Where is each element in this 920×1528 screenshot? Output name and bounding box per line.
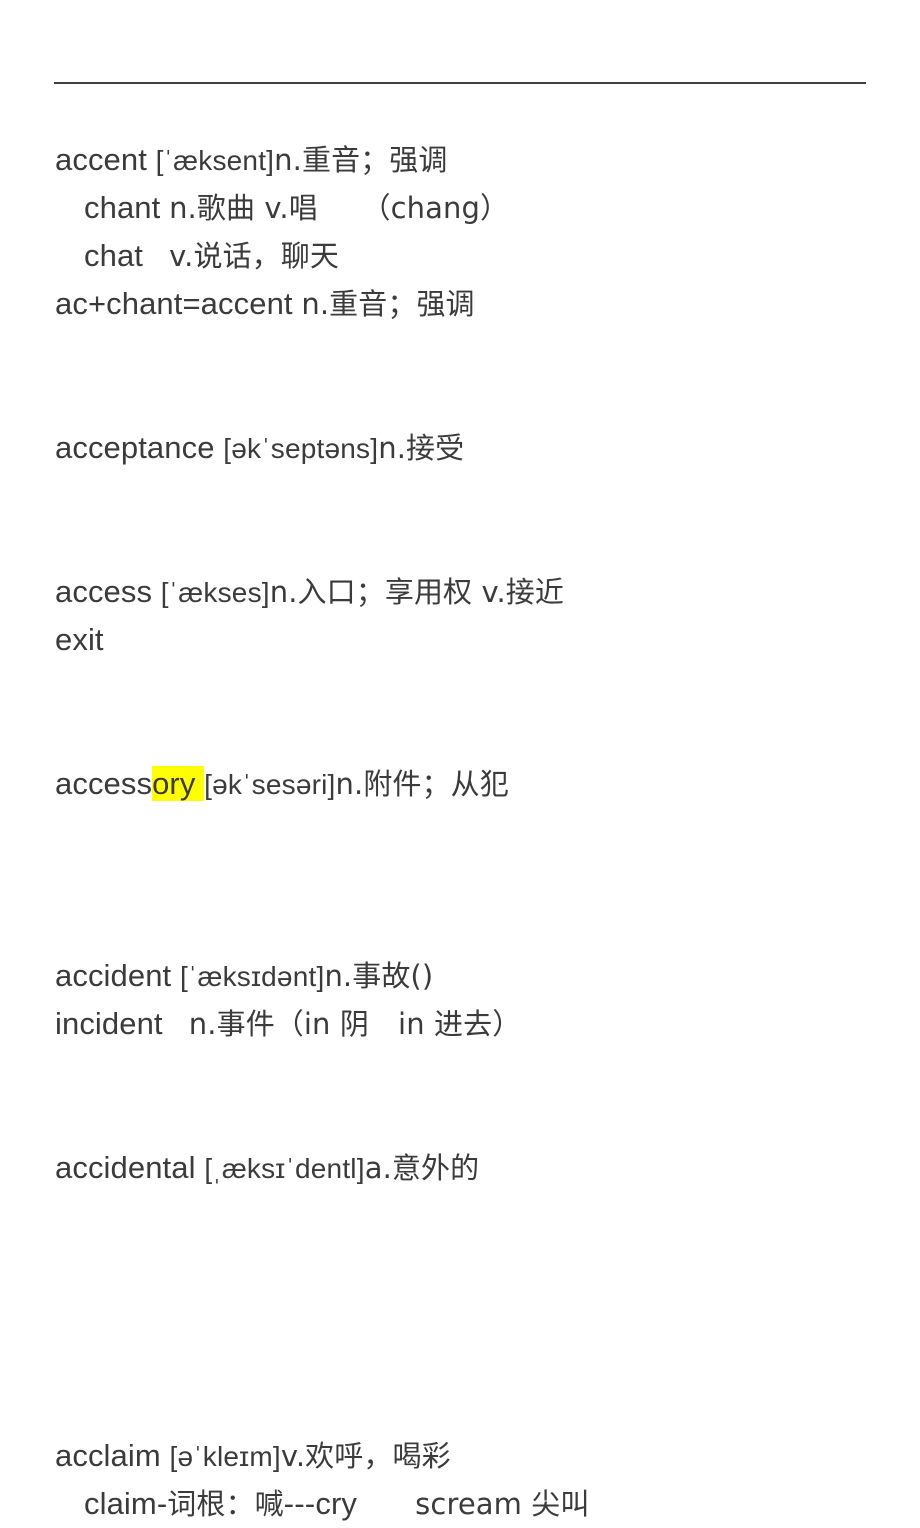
document-page: accent [ˈæksent]n.重音；强调 chant n.歌曲 v.唱 （c… <box>0 0 920 1521</box>
phonetic-transcription: [ˈæksɪdənt] <box>179 961 325 992</box>
definition-text: n.入口；享用权 v.接近 <box>269 575 564 609</box>
definition-text: scream 尖叫 <box>356 1487 590 1521</box>
definition-text: 词根：喊--- <box>167 1487 316 1521</box>
text-line-access-headword: access [ˈækses]n.入口；享用权 v.接近 <box>55 568 885 616</box>
headword-text: acclaim <box>55 1438 170 1473</box>
headword-text: access <box>55 574 161 609</box>
definition-text: n.接受 <box>378 431 465 465</box>
text-line-claim-root-sub: claim-词根：喊---cry scream 尖叫 <box>55 1480 885 1528</box>
headword-text: incident <box>55 1006 189 1041</box>
phonetic-transcription: [əkˈsesəri] <box>204 769 336 800</box>
phonetic-transcription: [əkˈseptəns] <box>223 433 379 464</box>
text-line-accidental-headword: accidental [ˌæksɪˈdentl]a.意外的 <box>55 1144 885 1192</box>
headword-text: ac+chant=accent <box>55 286 302 321</box>
text-line-exit-sub: exit <box>55 616 885 664</box>
headword-text: acceptance <box>55 430 224 465</box>
definition-text: n.歌曲 v.唱 <box>169 191 318 225</box>
headword-text: accident <box>55 958 180 993</box>
phonetic-transcription: [ˈæksent] <box>155 145 275 176</box>
text-line-accent-formula: ac+chant=accent n.重音；强调 <box>55 280 885 328</box>
text-line-accent-headword: accent [ˈæksent]n.重音；强调 <box>55 136 885 184</box>
text-line-chant-sub: chant n.歌曲 v.唱 （chang） <box>55 184 885 232</box>
definition-text: n.事故() <box>324 959 434 993</box>
headword-text: exit <box>55 622 104 657</box>
phonetic-transcription: [ˌæksɪˈdentl] <box>204 1153 365 1184</box>
headword-text: accent <box>55 142 156 177</box>
phonetic-transcription: [ˈækses] <box>160 577 270 608</box>
definition-text: a.意外的 <box>364 1151 480 1185</box>
headword-text: access <box>55 766 153 801</box>
highlighted-text: ory <box>152 766 205 801</box>
header-horizontal-rule <box>54 82 866 84</box>
definition-text: n.事件（in 阴 in 进去） <box>188 1007 522 1041</box>
phonetic-transcription: [əˈkleɪm] <box>169 1441 281 1472</box>
document-body: accent [ˈæksent]n.重音；强调 chant n.歌曲 v.唱 （c… <box>55 136 885 1528</box>
definition-text: v.欢呼，喝彩 <box>280 1439 451 1473</box>
headword-text: chant <box>84 190 170 225</box>
headword-text: chat <box>84 238 170 273</box>
definition-text: n.重音；强调 <box>274 143 448 177</box>
text-line-acclaim-headword: acclaim [əˈkleɪm]v.欢呼，喝彩 <box>55 1432 885 1480</box>
headword-text: cry <box>315 1486 357 1521</box>
text-line-accident-headword: accident [ˈæksɪdənt]n.事故() <box>55 952 885 1000</box>
definition-text: n.重音；强调 <box>301 287 475 321</box>
text-line-acceptance-headword: acceptance [əkˈseptəns]n.接受 <box>55 424 885 472</box>
headword-text: claim- <box>84 1486 168 1521</box>
headword-text: accidental <box>55 1150 205 1185</box>
text-line-accessory-headword: accessory [əkˈsesəri]n.附件；从犯 <box>55 760 885 808</box>
text-line-incident-sub: incident n.事件（in 阴 in 进去） <box>55 1000 885 1048</box>
definition-text: v.说话，聊天 <box>169 239 339 273</box>
definition-text: n.附件；从犯 <box>335 767 509 801</box>
definition-text: （chang） <box>317 191 510 225</box>
text-line-chat-sub: chat v.说话，聊天 <box>55 232 885 280</box>
